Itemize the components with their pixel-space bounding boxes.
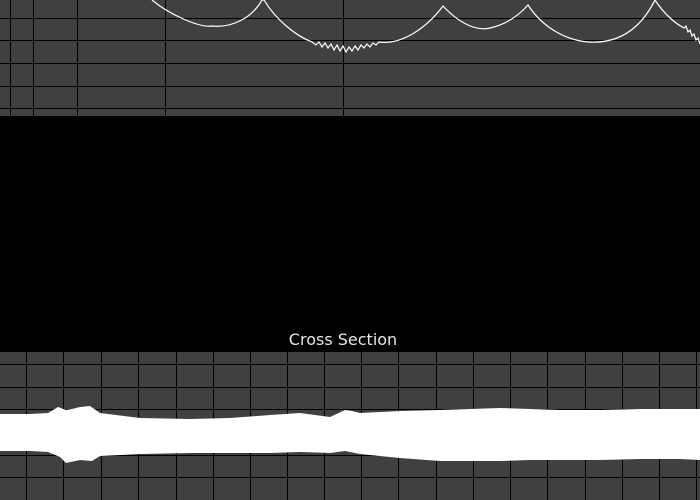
cross-section-plot (0, 352, 700, 500)
cross-section-panel (0, 352, 700, 500)
profile-plot-panel (0, 0, 700, 116)
cross-section-viewer: Cross Section (0, 0, 700, 500)
cross-section-title: Cross Section (288, 330, 398, 349)
profile-plot (0, 0, 700, 116)
profile-plot-background (0, 0, 700, 116)
